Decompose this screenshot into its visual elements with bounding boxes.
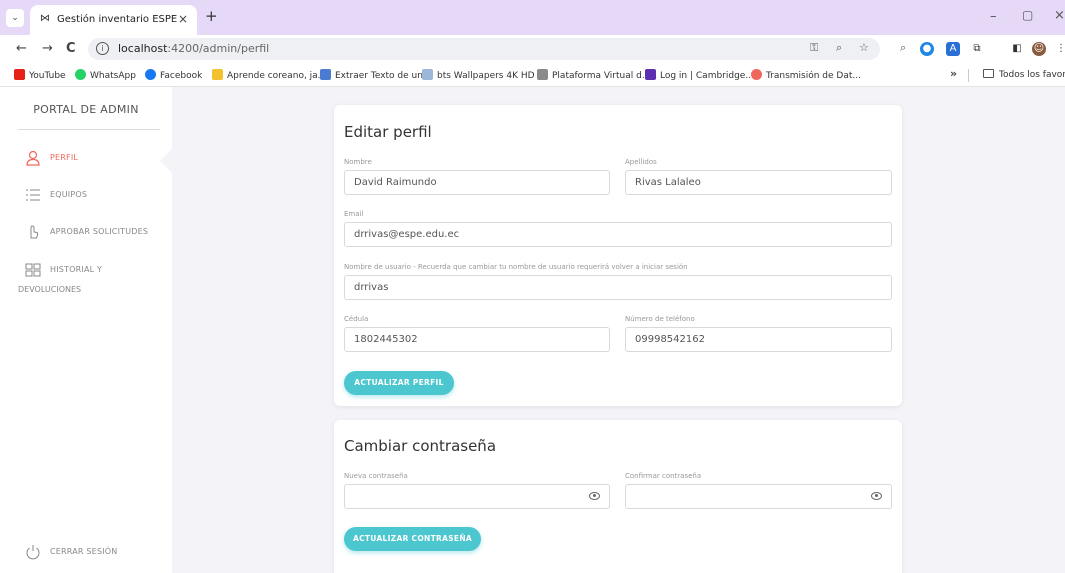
logout-label: CERRAR SESIÓN (50, 547, 118, 556)
new-password-label: Nueva contraseña (344, 472, 408, 480)
bookmark-favicon-icon (422, 69, 433, 80)
bookmark-star-icon[interactable]: ☆ (859, 41, 869, 54)
bookmarks-separator (968, 69, 969, 82)
telefono-label: Número de teléfono (625, 315, 695, 323)
update-profile-button[interactable]: ACTUALIZAR PERFIL (344, 371, 454, 395)
sidebar-item-aprobar-solicitudes[interactable]: APROBAR SOLICITUDES (0, 219, 172, 249)
sidebar-brand: PORTAL DE ADMIN (33, 103, 139, 116)
sidebar-item-label: APROBAR SOLICITUDES (50, 227, 149, 236)
bookmark-extraer-texto[interactable]: Extraer Texto de un... (320, 69, 432, 81)
browser-toolbar: ← → C i localhost:4200/admin/perfil ⚿ ⌕ … (0, 35, 1065, 64)
bookmark-favicon-icon (751, 69, 762, 80)
forward-icon[interactable]: → (42, 41, 53, 56)
sidebar-item-label: HISTORIAL Y (50, 265, 103, 274)
search-icon[interactable]: ⌕ (900, 41, 906, 55)
sidebar-item-perfil[interactable]: PERFIL (0, 145, 172, 175)
username-input[interactable]: drrivas (344, 275, 892, 300)
email-input[interactable]: drrivas@espe.edu.ec (344, 222, 892, 247)
user-icon (26, 150, 40, 166)
browser-tab-bar: ⌄ ⋈ Gestión inventario ESPE × + – ▢ × (0, 0, 1065, 35)
sidebar-item-label-line2: DEVOLUCIONES (18, 285, 82, 294)
sidebar-item-label: EQUIPOS (50, 190, 88, 199)
bookmark-favicon-icon (320, 69, 331, 80)
facebook-icon (145, 69, 156, 80)
profile-avatar-icon[interactable]: ☺ (1032, 42, 1046, 56)
sidebar-item-equipos[interactable]: EQUIPOS (0, 182, 172, 212)
more-bookmarks-icon[interactable]: » (950, 67, 957, 80)
address-bar[interactable]: i localhost:4200/admin/perfil ⚿ ⌕ ☆ (88, 38, 880, 60)
new-tab-icon[interactable]: + (205, 7, 218, 25)
tab-title: Gestión inventario ESPE (57, 14, 178, 25)
brand-divider (18, 129, 160, 130)
site-info-icon[interactable]: i (96, 42, 109, 55)
youtube-icon (14, 69, 25, 80)
nombre-input[interactable]: David Raimundo (344, 170, 610, 195)
sidebar: PORTAL DE ADMIN PERFIL EQUIPOS APROBAR S… (0, 87, 172, 573)
apellidos-input[interactable]: Rivas Lalaleo (625, 170, 892, 195)
window-minimize-button[interactable]: – (990, 9, 997, 24)
hand-icon (30, 225, 39, 239)
bookmark-favicon-icon (537, 69, 548, 80)
list-icon (26, 189, 40, 201)
edit-profile-card: Editar perfil Nombre David Raimundo Apel… (334, 105, 902, 406)
eye-icon[interactable] (871, 492, 882, 500)
email-label: Email (344, 210, 364, 218)
bookmark-whatsapp[interactable]: WhatsApp (75, 69, 136, 81)
bookmarks-bar: YouTube WhatsApp Facebook Aprende corean… (0, 64, 1065, 87)
bookmark-youtube[interactable]: YouTube (14, 69, 66, 81)
password-key-icon[interactable]: ⚿ (810, 41, 818, 55)
bookmark-aprende-coreano[interactable]: Aprende coreano, ja... (212, 69, 326, 81)
tab-favicon-icon: ⋈ (40, 13, 50, 24)
extensions-puzzle-icon[interactable]: ⧉ (970, 42, 984, 56)
bookmark-plataforma-virtual[interactable]: Plataforma Virtual d... (537, 69, 650, 81)
reload-icon[interactable]: C (66, 41, 76, 56)
apellidos-label: Apellidos (625, 158, 657, 166)
active-indicator (160, 149, 172, 173)
telefono-input[interactable]: 09998542162 (625, 327, 892, 352)
browser-tab[interactable]: ⋈ Gestión inventario ESPE × (30, 5, 197, 35)
zoom-icon[interactable]: ⌕ (836, 41, 842, 55)
bookmark-favicon-icon (645, 69, 656, 80)
change-password-title: Cambiar contraseña (344, 437, 497, 455)
url-text: localhost:4200/admin/perfil (118, 42, 270, 55)
window-close-button[interactable]: × (1054, 8, 1065, 23)
update-password-button[interactable]: ACTUALIZAR CONTRASEÑA (344, 527, 481, 551)
power-icon (26, 545, 40, 560)
edit-profile-title: Editar perfil (344, 123, 432, 141)
all-bookmarks-folder[interactable]: Todos los favoritos (983, 69, 1065, 80)
tab-close-icon[interactable]: × (178, 12, 188, 26)
back-icon[interactable]: ← (16, 41, 27, 56)
bookmark-favicon-icon (212, 69, 223, 80)
extension-blue-icon[interactable]: ● (920, 42, 934, 56)
sidebar-item-historial[interactable]: HISTORIAL Y DEVOLUCIONES (0, 257, 172, 303)
confirm-password-input[interactable] (625, 484, 892, 509)
sidebar-item-label: PERFIL (50, 153, 79, 162)
change-password-card: Cambiar contraseña Nueva contraseña Conf… (334, 420, 902, 573)
window-restore-button[interactable]: ▢ (1022, 8, 1033, 22)
bookmark-bts-wallpapers[interactable]: bts Wallpapers 4K HD (422, 69, 535, 81)
history-icon (25, 263, 41, 277)
nombre-label: Nombre (344, 158, 372, 166)
tab-list-button[interactable]: ⌄ (6, 9, 24, 27)
new-password-input[interactable] (344, 484, 610, 509)
bookmark-cambridge[interactable]: Log in | Cambridge... (645, 69, 754, 81)
logout-button[interactable]: CERRAR SESIÓN (0, 539, 172, 569)
cedula-input[interactable]: 1802445302 (344, 327, 610, 352)
translate-extension-icon[interactable]: A (946, 42, 960, 56)
bookmark-facebook[interactable]: Facebook (145, 69, 202, 81)
whatsapp-icon (75, 69, 86, 80)
cedula-label: Cédula (344, 315, 369, 323)
folder-icon (983, 69, 994, 78)
bookmark-transmision[interactable]: Transmisión de Dat... (751, 69, 861, 81)
browser-menu-icon[interactable]: ⋮ (1054, 42, 1065, 56)
confirm-password-label: Confirmar contraseña (625, 472, 702, 480)
eye-icon[interactable] (589, 492, 600, 500)
side-panel-icon[interactable]: ◧ (1010, 42, 1024, 56)
username-label: Nombre de usuario - Recuerda que cambiar… (344, 263, 688, 271)
